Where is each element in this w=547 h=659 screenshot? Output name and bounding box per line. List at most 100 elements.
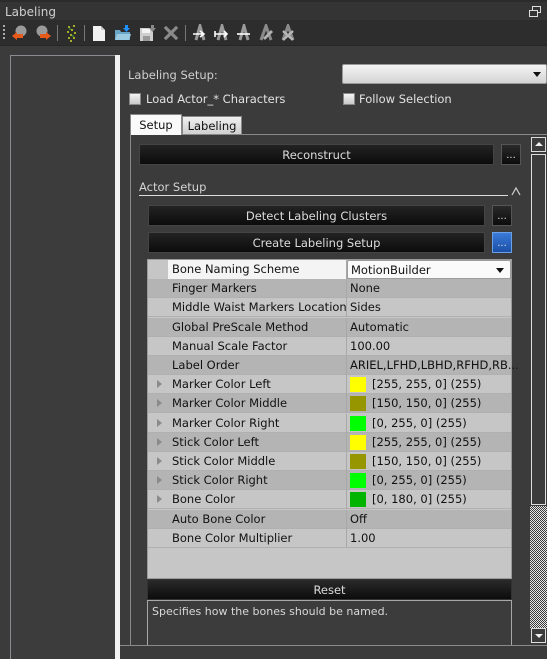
- property-value[interactable]: Automatic: [350, 320, 409, 334]
- property-value[interactable]: [150, 150, 0] (255): [372, 454, 481, 468]
- property-value[interactable]: ARIEL,LFHD,LBHD,RFHD,RB...: [350, 358, 519, 372]
- open-folder-icon[interactable]: [113, 23, 133, 43]
- property-row[interactable]: Global PreScale Method Automatic: [148, 317, 511, 337]
- property-row[interactable]: Bone Color Multiplier 1.00: [148, 528, 511, 548]
- delete-icon[interactable]: [161, 23, 181, 43]
- column-divider[interactable]: [346, 471, 347, 491]
- label-edit-icon[interactable]: [256, 23, 276, 43]
- save-icon[interactable]: [137, 23, 157, 43]
- column-divider[interactable]: [346, 490, 347, 510]
- follow-selection-label[interactable]: Follow Selection: [359, 92, 452, 106]
- vertical-scrollbar[interactable]: [530, 136, 547, 645]
- property-value[interactable]: [255, 255, 0] (255): [372, 377, 481, 391]
- row-gutter: [148, 510, 168, 529]
- expand-triangle-icon[interactable]: [157, 457, 162, 465]
- reconstruct-button[interactable]: Reconstruct: [139, 144, 494, 165]
- scrollbar-thumb[interactable]: [531, 154, 546, 505]
- property-row[interactable]: Marker Color Left [255, 255, 0] (255): [148, 375, 511, 395]
- column-divider[interactable]: [346, 413, 347, 433]
- property-row[interactable]: Middle Waist Markers Location Sides: [148, 298, 511, 318]
- create-labeling-setup-button[interactable]: Create Labeling Setup: [148, 232, 485, 253]
- reconstruct-options-button[interactable]: ...: [501, 144, 521, 165]
- color-swatch[interactable]: [350, 415, 366, 431]
- property-value[interactable]: [0, 255, 0] (255): [372, 416, 467, 430]
- column-divider[interactable]: [346, 317, 347, 337]
- title-bar: Labeling: [0, 0, 547, 20]
- column-divider[interactable]: [346, 298, 347, 318]
- scroll-down-arrow-icon[interactable]: [531, 628, 546, 643]
- row-gutter: [148, 318, 168, 337]
- expand-triangle-icon[interactable]: [157, 380, 162, 389]
- color-swatch[interactable]: [350, 492, 366, 508]
- detect-clusters-options-button[interactable]: ...: [492, 205, 512, 226]
- property-row[interactable]: Auto Bone Color Off: [148, 509, 511, 529]
- property-name: Marker Color Middle: [172, 396, 288, 411]
- property-value[interactable]: None: [350, 281, 380, 295]
- column-divider[interactable]: [346, 509, 347, 529]
- property-row[interactable]: Stick Color Middle [150, 150, 0] (255): [148, 452, 511, 471]
- color-swatch[interactable]: [350, 396, 366, 412]
- property-row[interactable]: Bone Naming Scheme MotionBuilder: [148, 260, 511, 279]
- expand-triangle-icon[interactable]: [157, 495, 162, 504]
- follow-selection-checkbox[interactable]: [343, 93, 355, 105]
- label-forward-icon[interactable]: [190, 23, 210, 43]
- color-swatch[interactable]: [350, 377, 366, 393]
- property-row[interactable]: Stick Color Right [0, 255, 0] (255): [148, 471, 511, 491]
- restore-window-icon[interactable]: [529, 6, 541, 17]
- property-row[interactable]: Stick Color Left [255, 255, 0] (255): [148, 432, 511, 452]
- row-gutter: [148, 279, 168, 298]
- property-row[interactable]: Bone Color [0, 180, 0] (255): [148, 490, 511, 510]
- label-both-icon[interactable]: [212, 23, 232, 43]
- column-divider[interactable]: [346, 394, 347, 414]
- tab-labeling[interactable]: Labeling: [182, 116, 242, 135]
- collapse-section-icon[interactable]: [511, 186, 521, 196]
- property-value[interactable]: [255, 255, 0] (255): [372, 435, 481, 449]
- label-clear-icon[interactable]: [278, 23, 298, 43]
- load-actor-characters-label[interactable]: Load Actor_* Characters: [146, 92, 285, 106]
- expand-triangle-icon[interactable]: [157, 418, 162, 427]
- property-name: Bone Color: [172, 492, 235, 507]
- detect-labeling-clusters-button[interactable]: Detect Labeling Clusters: [148, 205, 485, 226]
- color-swatch[interactable]: [350, 454, 366, 469]
- property-value[interactable]: [0, 255, 0] (255): [372, 473, 467, 487]
- property-row[interactable]: Finger Markers None: [148, 279, 511, 299]
- undo-icon[interactable]: [9, 23, 29, 43]
- expand-triangle-icon[interactable]: [157, 399, 162, 408]
- labeling-setup-dropdown[interactable]: [342, 64, 547, 84]
- column-divider[interactable]: [346, 336, 347, 356]
- toolbar-grip[interactable]: [3, 25, 5, 41]
- property-value[interactable]: Off: [350, 512, 367, 526]
- property-value[interactable]: Sides: [350, 300, 381, 314]
- create-setup-options-button[interactable]: ...: [492, 232, 512, 253]
- property-value[interactable]: [0, 180, 0] (255): [372, 492, 467, 506]
- label-cut-icon[interactable]: [234, 23, 254, 43]
- color-swatch[interactable]: [350, 473, 366, 489]
- property-value[interactable]: [150, 150, 0] (255): [372, 396, 481, 410]
- property-value[interactable]: 100.00: [350, 339, 390, 353]
- scroll-up-arrow-icon[interactable]: [531, 137, 546, 152]
- column-divider[interactable]: [346, 375, 347, 395]
- toolbar: [0, 20, 547, 46]
- load-actor-characters-checkbox[interactable]: [129, 93, 141, 105]
- new-file-icon[interactable]: [89, 23, 109, 43]
- color-swatch[interactable]: [350, 434, 366, 450]
- redo-icon[interactable]: [34, 23, 54, 43]
- property-row[interactable]: Label Order ARIEL,LFHD,LBHD,RFHD,RB...: [148, 356, 519, 375]
- property-row[interactable]: Manual Scale Factor 100.00: [148, 336, 511, 356]
- scrollbar-track[interactable]: [530, 506, 547, 628]
- bone-naming-scheme-dropdown[interactable]: MotionBuilder: [347, 260, 511, 279]
- property-row[interactable]: Marker Color Right [0, 255, 0] (255): [148, 413, 511, 433]
- tab-setup[interactable]: Setup: [130, 114, 182, 135]
- panel-splitter[interactable]: [115, 55, 120, 659]
- column-divider[interactable]: [346, 528, 347, 548]
- column-divider[interactable]: [346, 279, 347, 299]
- expand-triangle-icon[interactable]: [157, 476, 162, 485]
- property-row[interactable]: Marker Color Middle [150, 150, 0] (255): [148, 394, 511, 414]
- markers-tree-icon[interactable]: [62, 23, 82, 43]
- property-value[interactable]: 1.00: [350, 531, 376, 545]
- column-divider[interactable]: [346, 452, 347, 471]
- column-divider[interactable]: [346, 356, 347, 375]
- reset-button[interactable]: Reset: [147, 579, 512, 600]
- expand-triangle-icon[interactable]: [157, 437, 162, 446]
- column-divider[interactable]: [346, 432, 347, 452]
